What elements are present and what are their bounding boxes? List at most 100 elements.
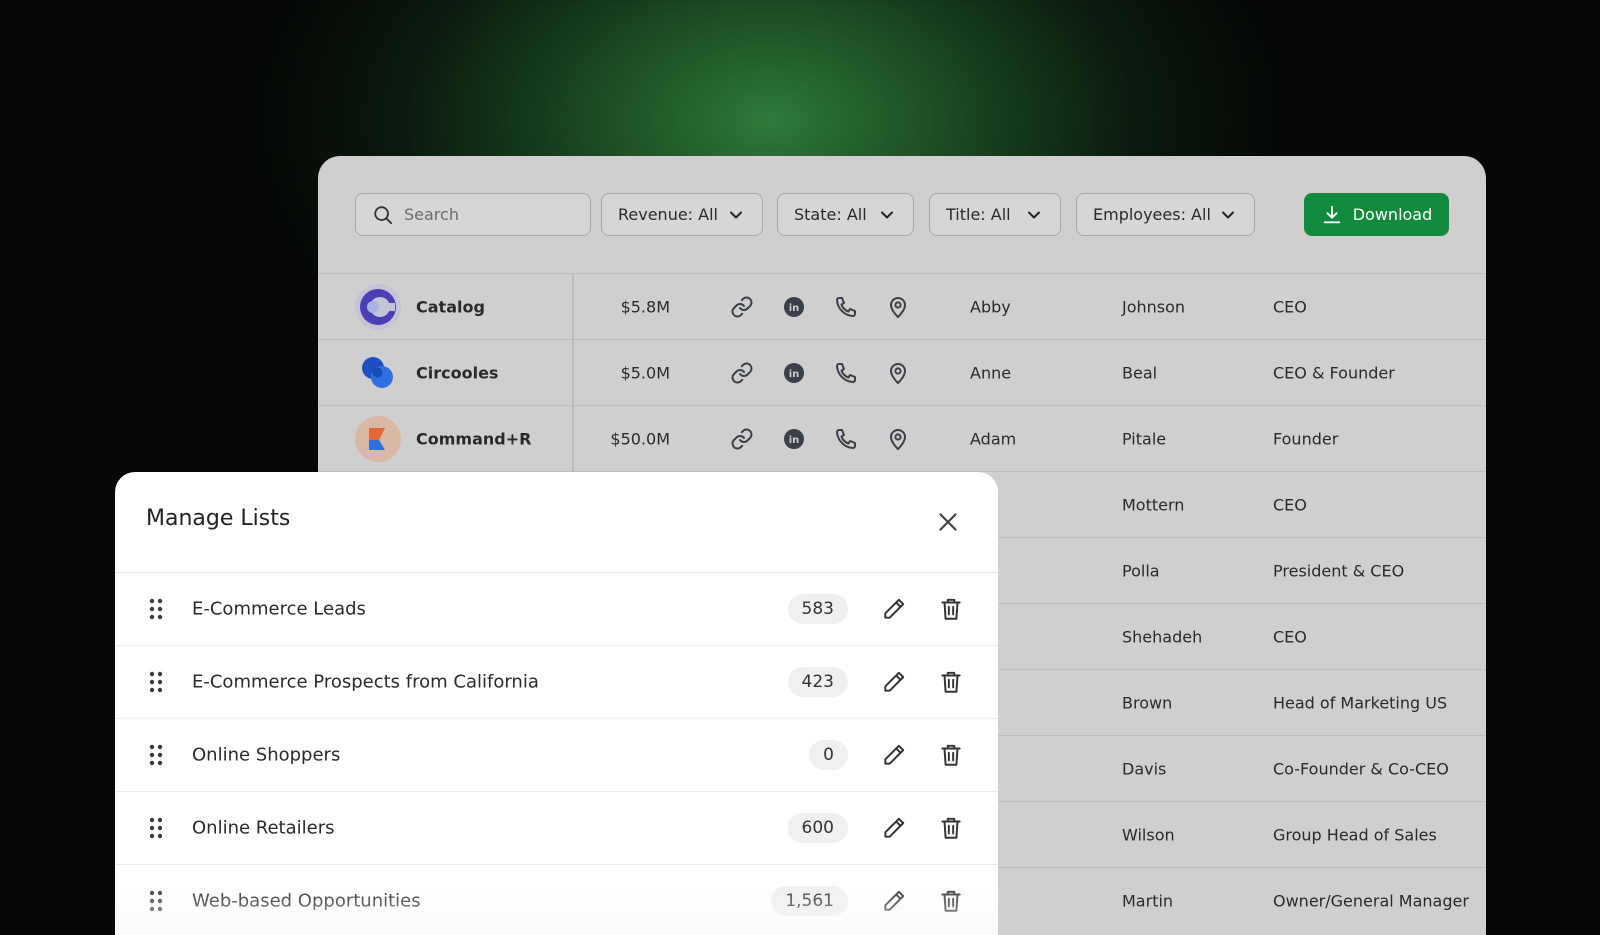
- download-label: Download: [1352, 205, 1433, 224]
- list-count-badge: 1,561: [771, 886, 848, 916]
- phone-icon[interactable]: [834, 427, 858, 451]
- drag-handle-icon[interactable]: [149, 744, 163, 766]
- drag-handle-icon[interactable]: [149, 890, 163, 912]
- search-icon: [374, 205, 393, 224]
- job-title: CEO: [1273, 627, 1307, 646]
- drag-handle-icon[interactable]: [149, 671, 163, 693]
- close-icon[interactable]: [935, 509, 961, 535]
- title-filter-dropdown[interactable]: Title: All: [929, 193, 1061, 236]
- manage-lists-modal: Manage Lists E-Commerce Leads 583 E-Comm…: [115, 472, 998, 935]
- employees-filter-dropdown[interactable]: Employees: All: [1076, 193, 1255, 236]
- table-row[interactable]: Circooles $5.0M Anne Beal CEO & Founder: [318, 339, 1486, 405]
- linkedin-icon[interactable]: [782, 361, 806, 385]
- last-name: Shehadeh: [1122, 627, 1203, 646]
- command-r-logo: [355, 415, 401, 462]
- list-name: E-Commerce Leads: [192, 598, 366, 620]
- edit-icon[interactable]: [881, 596, 907, 622]
- trash-icon[interactable]: [938, 815, 964, 841]
- phone-icon[interactable]: [834, 295, 858, 319]
- list-item[interactable]: E-Commerce Leads 583: [115, 573, 998, 646]
- linkedin-icon[interactable]: [782, 427, 806, 451]
- location-pin-icon[interactable]: [886, 295, 910, 319]
- chevron-down-icon: [877, 205, 897, 225]
- edit-icon[interactable]: [881, 888, 907, 914]
- filter-toolbar: Revenue: All State: All Title: All Emplo…: [355, 193, 1449, 237]
- chevron-down-icon: [726, 205, 746, 225]
- list-name: E-Commerce Prospects from California: [192, 671, 539, 693]
- last-name: Mottern: [1122, 495, 1185, 514]
- job-title: CEO & Founder: [1273, 363, 1395, 382]
- location-pin-icon[interactable]: [886, 361, 910, 385]
- job-title: President & CEO: [1273, 561, 1405, 580]
- first-name: Abby: [970, 297, 1011, 316]
- list-name: Web-based Opportunities: [192, 890, 421, 912]
- link-icon[interactable]: [730, 295, 754, 319]
- last-name: Brown: [1122, 693, 1173, 712]
- last-name: Pitale: [1122, 429, 1167, 448]
- table-row[interactable]: Catalog $5.8M Abby Johnson CEO: [318, 273, 1486, 339]
- catalog-logo: [355, 283, 401, 330]
- last-name: Beal: [1122, 363, 1158, 382]
- download-button[interactable]: Download: [1304, 193, 1449, 236]
- job-title: Founder: [1273, 429, 1339, 448]
- chevron-down-icon: [1218, 205, 1238, 225]
- list-item[interactable]: Online Shoppers 0: [115, 719, 998, 792]
- drag-handle-icon[interactable]: [149, 817, 163, 839]
- table-row[interactable]: Command+R $50.0M Adam Pitale Founder: [318, 405, 1486, 471]
- trash-icon[interactable]: [938, 742, 964, 768]
- revenue-value: $5.0M: [620, 363, 670, 382]
- location-pin-icon[interactable]: [886, 427, 910, 451]
- list-item[interactable]: E-Commerce Prospects from California 423: [115, 646, 998, 719]
- company-name[interactable]: Command+R: [416, 429, 531, 448]
- edit-icon[interactable]: [881, 742, 907, 768]
- circooles-logo: [355, 350, 401, 396]
- list-count-badge: 600: [787, 813, 848, 843]
- list-item[interactable]: Web-based Opportunities 1,561: [115, 865, 998, 935]
- company-name[interactable]: Circooles: [416, 363, 498, 382]
- chevron-down-icon: [1024, 205, 1044, 225]
- state-filter-dropdown[interactable]: State: All: [777, 193, 914, 236]
- search-box[interactable]: [355, 193, 591, 236]
- revenue-filter-dropdown[interactable]: Revenue: All: [601, 193, 763, 236]
- drag-handle-icon[interactable]: [149, 598, 163, 620]
- last-name: Polla: [1122, 561, 1160, 580]
- list-count-badge: 423: [787, 667, 848, 697]
- linkedin-icon[interactable]: [782, 295, 806, 319]
- download-icon: [1323, 205, 1340, 223]
- link-icon[interactable]: [730, 361, 754, 385]
- trash-icon[interactable]: [938, 888, 964, 914]
- title-filter-label: Title: All: [946, 205, 1011, 224]
- edit-icon[interactable]: [881, 815, 907, 841]
- job-title: CEO: [1273, 495, 1307, 514]
- list-name: Online Shoppers: [192, 744, 341, 766]
- job-title: Group Head of Sales: [1273, 825, 1437, 844]
- phone-icon[interactable]: [834, 361, 858, 385]
- job-title: CEO: [1273, 297, 1307, 316]
- job-title: Owner/General Manager: [1273, 891, 1469, 910]
- last-name: Davis: [1122, 759, 1167, 778]
- revenue-value: $50.0M: [610, 429, 670, 448]
- list-count-badge: 0: [809, 740, 848, 770]
- list-count-badge: 583: [787, 594, 848, 624]
- search-input[interactable]: [404, 205, 574, 224]
- link-icon[interactable]: [730, 427, 754, 451]
- first-name: Adam: [970, 429, 1017, 448]
- revenue-value: $5.8M: [620, 297, 670, 316]
- trash-icon[interactable]: [938, 669, 964, 695]
- last-name: Johnson: [1122, 297, 1186, 316]
- company-name[interactable]: Catalog: [416, 297, 485, 316]
- edit-icon[interactable]: [881, 669, 907, 695]
- last-name: Wilson: [1122, 825, 1175, 844]
- last-name: Martin: [1122, 891, 1174, 910]
- list-name: Online Retailers: [192, 817, 335, 839]
- job-title: Head of Marketing US: [1273, 693, 1448, 712]
- list-item[interactable]: Online Retailers 600: [115, 792, 998, 865]
- state-filter-label: State: All: [794, 205, 867, 224]
- employees-filter-label: Employees: All: [1093, 205, 1211, 224]
- job-title: Co-Founder & Co-CEO: [1273, 759, 1449, 778]
- revenue-filter-label: Revenue: All: [618, 205, 718, 224]
- modal-header: Manage Lists: [115, 472, 998, 573]
- modal-title: Manage Lists: [146, 506, 291, 531]
- trash-icon[interactable]: [938, 596, 964, 622]
- first-name: Anne: [970, 363, 1012, 382]
